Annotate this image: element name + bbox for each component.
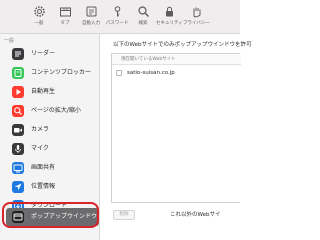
sidebar-item-page-zoom[interactable]: ページの拡大/縮小 xyxy=(0,102,100,121)
sidebar-item-microphone[interactable]: マイク xyxy=(0,140,100,159)
sidebar-item-camera[interactable]: カメラ xyxy=(0,121,100,140)
site-checkbox[interactable] xyxy=(116,70,122,76)
site-name: satio-suisan.co.jp xyxy=(127,70,175,76)
key-icon xyxy=(104,5,130,19)
toolbar-tabs-label: タブ xyxy=(60,21,70,26)
sidebar-item-label: 位置情報 xyxy=(31,183,56,190)
lock-icon xyxy=(156,5,182,19)
sidebar-item-content-blockers[interactable]: コンテンツブロッカー xyxy=(0,64,100,83)
sidebar-section-label: 一般 xyxy=(4,38,15,44)
location-icon xyxy=(12,181,24,193)
sidebar-item-autoplay[interactable]: 自動再生 xyxy=(0,83,100,102)
content-blocker-icon xyxy=(12,67,24,79)
screen-sharing-icon xyxy=(12,162,24,174)
remove-button[interactable]: 削除 xyxy=(113,210,135,220)
hand-icon xyxy=(183,5,209,19)
toolbar-general-label: 一般 xyxy=(34,21,44,26)
toolbar-privacy-label: プライバシー xyxy=(183,21,210,26)
zoom-icon xyxy=(12,105,24,117)
reader-icon xyxy=(12,48,24,60)
toolbar-security[interactable]: セキュリティ xyxy=(156,4,183,30)
autoplay-icon xyxy=(12,86,24,98)
sidebar-item-label: マイク xyxy=(31,145,49,152)
other-websites-label: これ以外のWebサイ xyxy=(170,212,221,218)
toolbar-privacy[interactable]: プライバシー xyxy=(183,4,210,30)
toolbar-autofill[interactable]: 自動入力 xyxy=(78,4,104,30)
pane-description: 以下のWebサイトでのみポップアップウインドウを許可 xyxy=(113,42,252,48)
gear-icon xyxy=(26,5,52,19)
list-item[interactable]: satio-suisan.co.jp xyxy=(112,68,241,79)
toolbar-security-label: セキュリティ xyxy=(156,21,183,26)
toolbar-general[interactable]: 一般 xyxy=(26,4,52,30)
sidebar-item-label: 自動再生 xyxy=(31,88,56,95)
toolbar-tabs[interactable]: タブ xyxy=(52,4,78,30)
toolbar-search[interactable]: 検索 xyxy=(130,4,156,30)
sidebar-item-label: リーダー xyxy=(31,50,56,57)
sidebar-item-label: ページの拡大/縮小 xyxy=(31,107,81,114)
list-header: 現在開いているWebサイト xyxy=(112,54,241,65)
toolbar-passwords-label: パスワード xyxy=(105,21,129,26)
sidebar-item-label: コンテンツブロッカー xyxy=(31,69,92,76)
preferences-toolbar: 一般 タブ 自動入力 パスワード 検索 セキュリティ プライバシー xyxy=(0,0,240,34)
sidebar-item-location[interactable]: 位置情報 xyxy=(0,178,100,197)
toolbar-passwords[interactable]: パスワード xyxy=(104,4,130,30)
main-pane: 以下のWebサイトでのみポップアップウインドウを許可 現在開いているWebサイト… xyxy=(101,34,252,240)
search-icon xyxy=(130,5,156,19)
toolbar-search-label: 検索 xyxy=(138,21,148,26)
sidebar-item-label: カメラ xyxy=(31,126,50,133)
camera-icon xyxy=(12,124,24,136)
autofill-icon xyxy=(78,5,104,19)
sidebar-item-label: 画面共有 xyxy=(31,164,56,171)
sidebar-item-reader[interactable]: リーダー xyxy=(0,45,100,64)
sidebar-item-screen-sharing[interactable]: 画面共有 xyxy=(0,159,100,178)
list-header-label: 現在開いているWebサイト xyxy=(121,57,176,62)
highlight-annotation xyxy=(2,202,99,228)
microphone-icon xyxy=(12,143,24,155)
tabs-icon xyxy=(52,5,78,19)
toolbar-autofill-label: 自動入力 xyxy=(82,21,100,26)
websites-list: 現在開いているWebサイト satio-suisan.co.jp xyxy=(111,53,241,203)
